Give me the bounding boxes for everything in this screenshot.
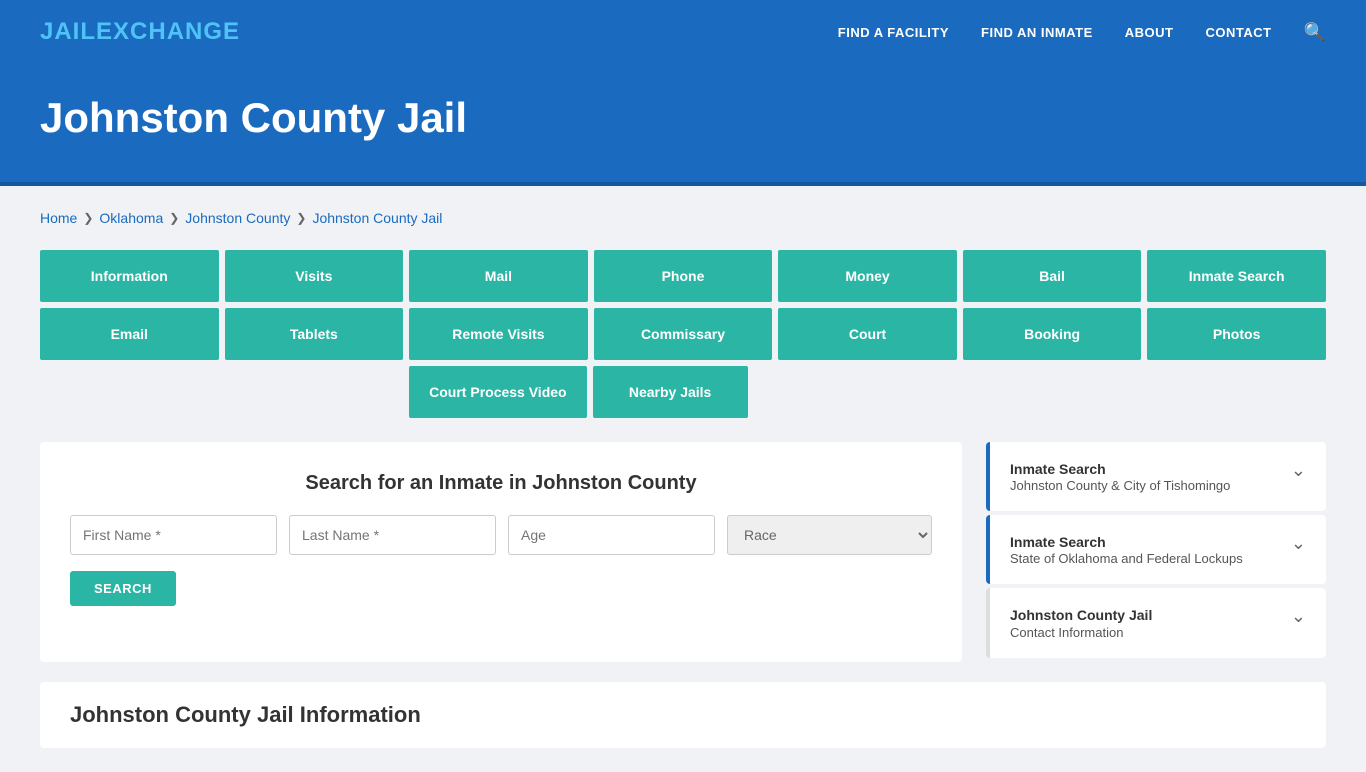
breadcrumb-jail[interactable]: Johnston County Jail — [312, 210, 442, 226]
sidebar-item-oklahoma[interactable]: Inmate Search State of Oklahoma and Fede… — [986, 515, 1326, 584]
breadcrumb-home[interactable]: Home — [40, 210, 77, 226]
race-select[interactable]: Race White Black Hispanic Asian Other — [727, 515, 932, 555]
btn-court[interactable]: Court — [778, 308, 957, 360]
sidebar-sub-tishomingo: Johnston County & City of Tishomingo — [1010, 478, 1230, 493]
sidebar-item-contact[interactable]: Johnston County Jail Contact Information… — [986, 588, 1326, 657]
sidebar-sub-contact: Contact Information — [1010, 625, 1152, 640]
sidebar-title-oklahoma: Inmate Search — [1010, 533, 1243, 551]
logo-part2-highlight: EXCHANGE — [96, 18, 240, 45]
search-box: Search for an Inmate in Johnston County … — [40, 442, 962, 662]
breadcrumb: Home ❯ Oklahoma ❯ Johnston County ❯ John… — [40, 210, 1326, 226]
sidebar-sub-oklahoma: State of Oklahoma and Federal Lockups — [1010, 551, 1243, 566]
last-name-input[interactable] — [289, 515, 496, 555]
btn-tablets[interactable]: Tablets — [225, 308, 404, 360]
first-name-input[interactable] — [70, 515, 277, 555]
buttons-row1: Information Visits Mail Phone Money Bail… — [40, 250, 1326, 302]
btn-bail[interactable]: Bail — [963, 250, 1142, 302]
breadcrumb-oklahoma[interactable]: Oklahoma — [99, 210, 163, 226]
header: JAILEXCHANGE FIND A FACILITY FIND AN INM… — [0, 0, 1366, 64]
btn-inmate-search[interactable]: Inmate Search — [1147, 250, 1326, 302]
sidebar-title-tishomingo: Inmate Search — [1010, 460, 1230, 478]
sidebar-header-tishomingo[interactable]: Inmate Search Johnston County & City of … — [986, 442, 1326, 511]
buttons-row2: Email Tablets Remote Visits Commissary C… — [40, 308, 1326, 360]
sidebar: Inmate Search Johnston County & City of … — [986, 442, 1326, 662]
logo-part1: JAIL — [40, 18, 96, 45]
sidebar-header-contact[interactable]: Johnston County Jail Contact Information… — [986, 588, 1326, 657]
hero-banner: Johnston County Jail — [0, 64, 1366, 182]
chevron-down-icon-2: ⌄ — [1291, 533, 1306, 554]
page-title: Johnston County Jail — [40, 94, 1326, 142]
bottom-section: Johnston County Jail Information — [40, 682, 1326, 748]
nav-about[interactable]: ABOUT — [1125, 25, 1174, 40]
search-button[interactable]: SEARCH — [70, 571, 176, 606]
breadcrumb-johnston-county[interactable]: Johnston County — [185, 210, 290, 226]
sidebar-item-tishomingo[interactable]: Inmate Search Johnston County & City of … — [986, 442, 1326, 511]
btn-email[interactable]: Email — [40, 308, 219, 360]
bottom-title: Johnston County Jail Information — [70, 702, 1296, 728]
btn-nearby-jails[interactable]: Nearby Jails — [593, 366, 748, 418]
chevron-down-icon: ⌄ — [1291, 460, 1306, 481]
btn-court-process-video[interactable]: Court Process Video — [409, 366, 586, 418]
btn-remote-visits[interactable]: Remote Visits — [409, 308, 588, 360]
content-wrapper: Home ❯ Oklahoma ❯ Johnston County ❯ John… — [0, 186, 1366, 772]
sidebar-title-contact: Johnston County Jail — [1010, 606, 1152, 624]
logo[interactable]: JAILEXCHANGE — [40, 18, 240, 46]
search-fields: Race White Black Hispanic Asian Other — [70, 515, 932, 555]
nav-contact[interactable]: CONTACT — [1205, 25, 1271, 40]
main-layout: Search for an Inmate in Johnston County … — [40, 442, 1326, 662]
nav-find-inmate[interactable]: FIND AN INMATE — [981, 25, 1093, 40]
btn-commissary[interactable]: Commissary — [594, 308, 773, 360]
btn-mail[interactable]: Mail — [409, 250, 588, 302]
nav-find-facility[interactable]: FIND A FACILITY — [838, 25, 949, 40]
age-input[interactable] — [508, 515, 715, 555]
search-title: Search for an Inmate in Johnston County — [70, 472, 932, 495]
btn-booking[interactable]: Booking — [963, 308, 1142, 360]
btn-information[interactable]: Information — [40, 250, 219, 302]
sep3: ❯ — [296, 211, 306, 225]
nav: FIND A FACILITY FIND AN INMATE ABOUT CON… — [838, 22, 1326, 43]
search-icon[interactable]: 🔍 — [1304, 22, 1326, 43]
btn-photos[interactable]: Photos — [1147, 308, 1326, 360]
buttons-row3: Court Process Video Nearby Jails — [40, 366, 1326, 418]
sidebar-header-oklahoma[interactable]: Inmate Search State of Oklahoma and Fede… — [986, 515, 1326, 584]
sep2: ❯ — [169, 211, 179, 225]
chevron-down-icon-3: ⌄ — [1291, 606, 1306, 627]
sep1: ❯ — [83, 211, 93, 225]
btn-money[interactable]: Money — [778, 250, 957, 302]
btn-visits[interactable]: Visits — [225, 250, 404, 302]
btn-phone[interactable]: Phone — [594, 250, 773, 302]
